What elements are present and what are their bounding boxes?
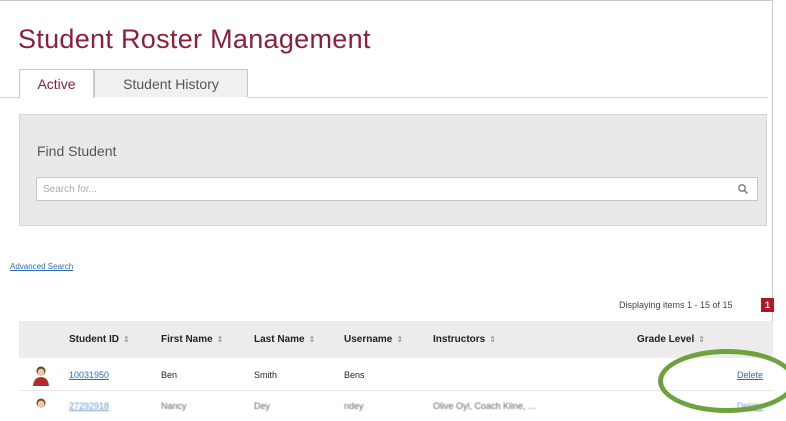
frame-border-top [0, 0, 773, 1]
sort-icon: ⇕ [216, 335, 224, 344]
sort-icon: ⇕ [489, 335, 496, 344]
column-label: Username [344, 334, 393, 345]
column-label: Last Name [254, 334, 305, 345]
find-student-label: Find Student [37, 143, 117, 159]
last-name-cell: Dey [254, 401, 271, 411]
page-number-button[interactable]: 1 [761, 298, 774, 312]
student-id-link[interactable]: 10031950 [69, 360, 109, 390]
column-header-instructors[interactable]: Instructors ⇕ [433, 321, 496, 358]
column-label: Student ID [69, 334, 119, 345]
student-avatar-icon [33, 366, 49, 386]
paging-info: Displaying items 1 - 15 of 15 [619, 300, 733, 310]
tab-underline [0, 97, 19, 98]
search-icon[interactable] [737, 183, 749, 195]
app-frame: Student Roster Management Active Student… [0, 0, 786, 421]
first-name-cell: Nancy [161, 401, 187, 411]
instructors-cell: Olive Oyl, Coach Kline, ... [433, 401, 536, 411]
column-header-last-name[interactable]: Last Name ⇕ [254, 321, 315, 358]
sort-icon: ⇕ [698, 335, 705, 344]
column-label: First Name [161, 334, 213, 345]
column-header-student-id[interactable]: Student ID ⇕ [69, 321, 130, 358]
sort-icon: ⇕ [396, 335, 404, 344]
column-label: Instructors [433, 334, 486, 345]
sort-icon: ⇕ [308, 335, 316, 344]
tab-underline [248, 97, 768, 98]
last-name-cell: Smith [254, 370, 278, 380]
first-name-cell: Ben [161, 370, 178, 380]
student-id-link[interactable]: 27292918 [69, 391, 109, 421]
find-student-panel: Find Student [19, 114, 767, 226]
sort-icon: ⇕ [123, 335, 130, 344]
column-label: Grade Level [637, 334, 695, 345]
search-box [36, 177, 758, 201]
highlight-annotation [658, 349, 786, 413]
page-title: Student Roster Management [18, 24, 371, 54]
search-input[interactable] [37, 178, 723, 200]
table-row: 27292918 Nancy Dey ndey Olive Oyl, Coach… [19, 391, 773, 421]
tab-active[interactable]: Active [19, 69, 94, 98]
tab-student-history[interactable]: Student History [94, 69, 248, 97]
username-cell: Bens [344, 370, 365, 380]
table-header: Student ID ⇕ First Name ⇕ Last Name ⇕ Usern… [19, 321, 773, 358]
column-header-first-name[interactable]: First Name ⇕ [161, 321, 223, 358]
column-header-username[interactable]: Username ⇕ [344, 321, 403, 358]
student-avatar-icon [36, 398, 46, 408]
username-cell: ndey [344, 401, 364, 411]
advanced-search-link[interactable]: Advanced Search [10, 262, 73, 271]
